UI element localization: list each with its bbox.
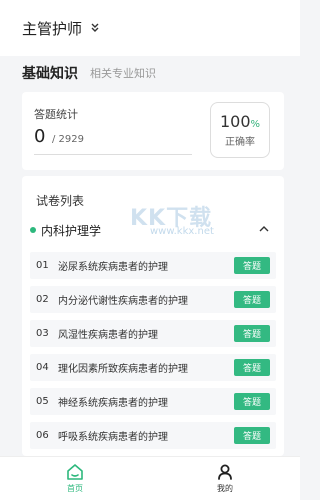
nav-me-label: 我的 xyxy=(217,484,233,493)
home-icon xyxy=(67,464,83,480)
paper-number: 05 xyxy=(36,396,49,407)
answered-count: 0 xyxy=(34,126,46,147)
paper-number: 06 xyxy=(36,430,49,441)
answer-button[interactable]: 答题 xyxy=(234,257,270,274)
paper-row[interactable]: 05 神经系统疾病患者的护理 答题 xyxy=(30,388,276,415)
stats-card: 答题统计 0 / 2929 100% 正确率 xyxy=(22,92,284,170)
answer-button[interactable]: 答题 xyxy=(234,427,270,444)
paper-title: 泌尿系统疾病患者的护理 xyxy=(58,262,168,273)
paper-number: 03 xyxy=(36,328,49,339)
stats-label: 答题统计 xyxy=(34,108,78,121)
subject-tabs: 基础知识 相关专业知识 xyxy=(0,56,300,90)
stats-divider xyxy=(34,154,192,155)
total-count: / 2929 xyxy=(52,134,84,145)
answer-button[interactable]: 答题 xyxy=(234,325,270,342)
chevron-double-down-icon[interactable] xyxy=(90,22,100,34)
paper-row[interactable]: 01 泌尿系统疾病患者的护理 答题 xyxy=(30,252,276,279)
nav-home-label: 首页 xyxy=(67,484,83,493)
paper-list-title: 试卷列表 xyxy=(36,194,85,208)
accuracy-unit: % xyxy=(250,119,261,130)
answer-button[interactable]: 答题 xyxy=(234,393,270,410)
nav-home[interactable]: 首页 xyxy=(0,457,150,500)
paper-title: 理化因素所致疾病患者的护理 xyxy=(58,364,188,375)
accuracy-box: 100% 正确率 xyxy=(210,102,270,158)
tab-related-knowledge[interactable]: 相关专业知识 xyxy=(90,65,156,81)
watermark-url: www.kkx.net xyxy=(150,226,214,237)
paper-number: 04 xyxy=(36,362,49,373)
paper-title: 神经系统疾病患者的护理 xyxy=(58,398,168,409)
paper-row[interactable]: 06 呼吸系统疾病患者的护理 答题 xyxy=(30,422,276,449)
paper-row[interactable]: 04 理化因素所致疾病患者的护理 答题 xyxy=(30,354,276,381)
accuracy-value: 100 xyxy=(219,112,251,131)
chevron-up-icon[interactable] xyxy=(258,222,270,236)
category-label: 内科护理学 xyxy=(41,223,102,238)
answer-button[interactable]: 答题 xyxy=(234,359,270,376)
paper-row[interactable]: 02 内分泌代谢性疾病患者的护理 答题 xyxy=(30,286,276,313)
paper-title: 内分泌代谢性疾病患者的护理 xyxy=(58,296,188,307)
category-dot-icon xyxy=(30,227,36,233)
app-header: 主管护师 xyxy=(0,0,300,56)
accuracy-label: 正确率 xyxy=(225,137,255,148)
paper-row[interactable]: 03 风湿性疾病患者的护理 答题 xyxy=(30,320,276,347)
tab-basic-knowledge[interactable]: 基础知识 xyxy=(22,63,78,83)
answer-button[interactable]: 答题 xyxy=(234,291,270,308)
user-icon xyxy=(218,464,232,480)
exam-selector-title[interactable]: 主管护师 xyxy=(22,18,82,39)
paper-title: 风湿性疾病患者的护理 xyxy=(58,330,158,341)
paper-number: 01 xyxy=(36,260,49,271)
paper-title: 呼吸系统疾病患者的护理 xyxy=(58,432,168,443)
bottom-nav: 首页 我的 xyxy=(0,456,300,500)
paper-number: 02 xyxy=(36,294,49,305)
nav-me[interactable]: 我的 xyxy=(150,457,300,500)
